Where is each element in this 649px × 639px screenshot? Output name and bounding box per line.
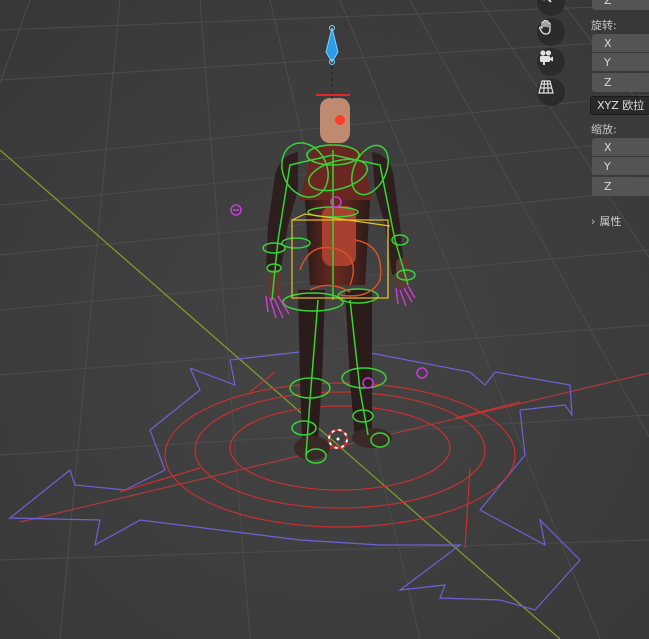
camera-icon — [540, 50, 553, 65]
chevron-right-icon: › — [591, 215, 596, 228]
camera-view-button[interactable] — [537, 48, 565, 76]
scale-y-field[interactable]: Y — [592, 157, 649, 176]
field-label: X — [604, 37, 612, 50]
scale-label: 缩放: — [591, 123, 617, 136]
zoom-icon — [542, 0, 552, 3]
rotation-mode-dropdown[interactable]: XYZ 欧拉 — [590, 96, 649, 115]
pan-button[interactable] — [537, 18, 565, 46]
rotation-label: 旋转: — [591, 19, 617, 32]
properties-label: 属性 — [599, 215, 622, 228]
transform-panel: Z 旋转: X Y Z XYZ 欧拉 缩放: X Y Z › 属性 — [583, 0, 649, 639]
field-label: X — [604, 141, 612, 154]
field-label: Z — [604, 180, 612, 193]
scale-z-field[interactable]: Z — [592, 177, 649, 196]
3d-viewport[interactable] — [0, 0, 649, 639]
scale-x-field[interactable]: X — [592, 138, 649, 157]
field-label: Y — [604, 56, 611, 69]
rotation-y-field[interactable]: Y — [592, 53, 649, 72]
rotation-x-field[interactable]: X — [592, 34, 649, 53]
rotation-z-field[interactable]: Z — [592, 73, 649, 92]
perspective-toggle-button[interactable] — [537, 78, 565, 106]
field-label: Y — [604, 160, 611, 173]
hand-icon — [539, 19, 551, 35]
properties-subpanel-header[interactable]: › 属性 — [591, 213, 621, 229]
field-label: Z — [604, 0, 612, 7]
field-label: Z — [604, 76, 612, 89]
location-z-field[interactable]: Z — [592, 0, 649, 10]
perspective-grid-icon — [538, 80, 554, 94]
